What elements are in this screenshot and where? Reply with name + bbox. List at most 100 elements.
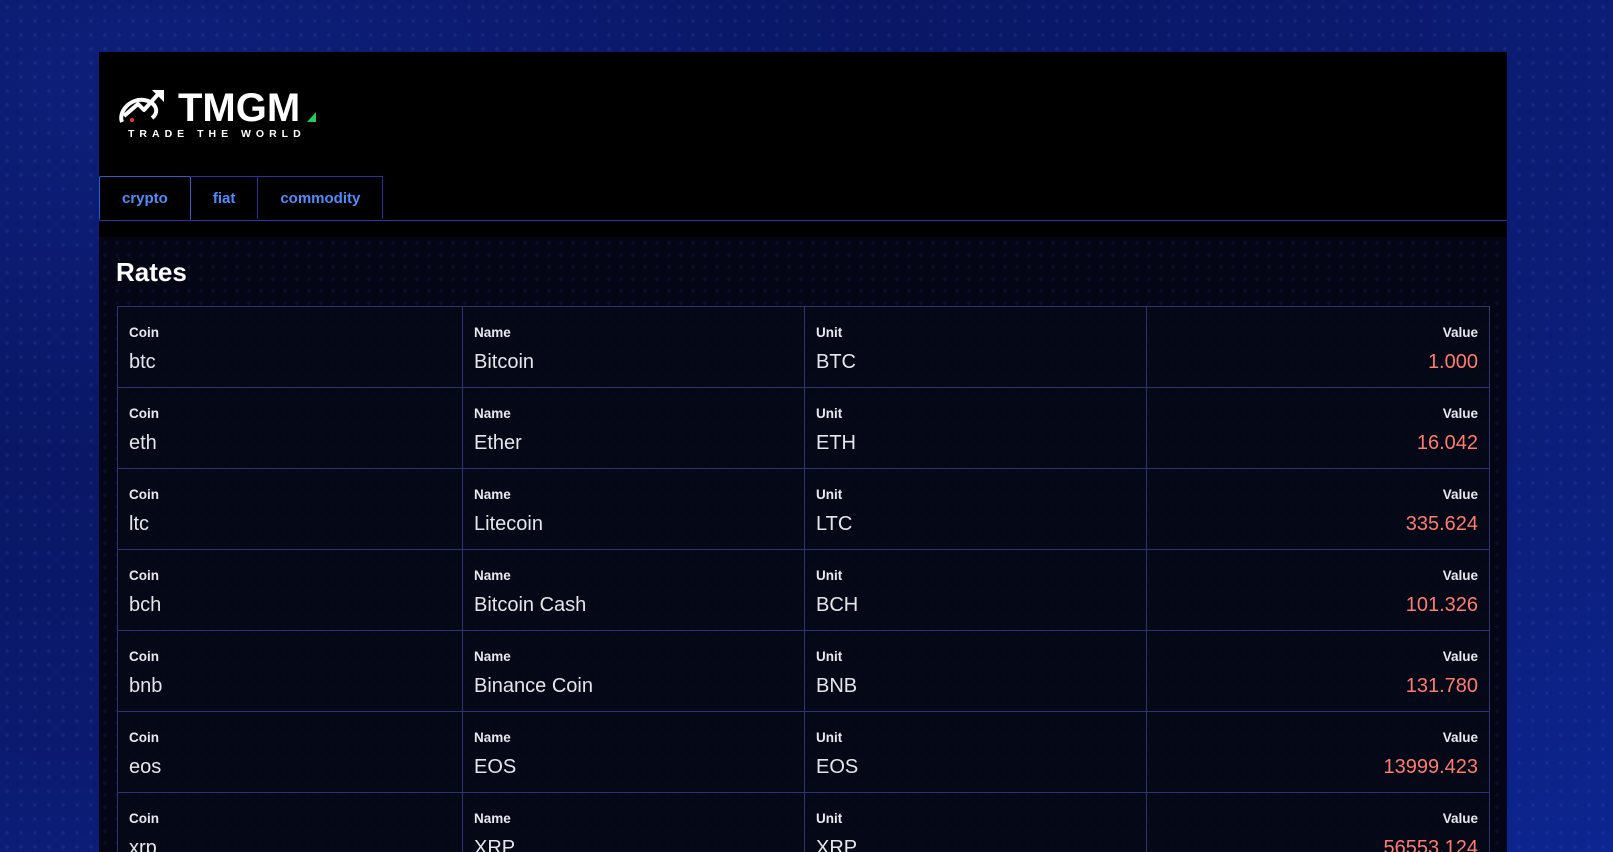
name-label: Name xyxy=(474,811,511,826)
name-cell: Name Bitcoin xyxy=(463,307,805,388)
unit-label: Unit xyxy=(816,811,843,826)
unit-value: BNB xyxy=(816,675,858,697)
value-cell: Value 56553.124 xyxy=(1147,793,1490,852)
name-cell: Name EOS xyxy=(463,712,805,793)
coin-label: Coin xyxy=(129,649,159,664)
unit-cell: Unit XRP xyxy=(805,793,1147,852)
value-cell: Value 131.780 xyxy=(1147,631,1490,712)
name-label: Name xyxy=(474,325,511,340)
unit-label: Unit xyxy=(816,649,843,664)
unit-cell: Unit ETH xyxy=(805,388,1147,469)
table-row: Coin eos Name EOS Unit EOS Value 13999.4… xyxy=(118,712,1490,793)
coin-label: Coin xyxy=(129,568,159,583)
value-cell: Value 16.042 xyxy=(1147,388,1490,469)
name-cell: Name Binance Coin xyxy=(463,631,805,712)
coin-label: Coin xyxy=(129,406,159,421)
coin-cell: Coin xrp xyxy=(118,793,463,852)
table-row: Coin eth Name Ether Unit ETH Value 16.04… xyxy=(118,388,1490,469)
name-label: Name xyxy=(474,406,511,421)
unit-value: EOS xyxy=(816,756,859,778)
logo-mark-icon xyxy=(119,90,164,123)
value-label: Value xyxy=(1442,730,1478,745)
coin-value: xrp xyxy=(129,837,157,852)
coin-cell: Coin ltc xyxy=(118,469,463,550)
coin-value: btc xyxy=(129,351,156,373)
section-title: Rates xyxy=(116,257,187,287)
coin-cell: Coin eth xyxy=(118,388,463,469)
name-cell: Name Litecoin xyxy=(463,469,805,550)
unit-label: Unit xyxy=(816,487,843,502)
value-label: Value xyxy=(1442,406,1478,421)
name-value: Bitcoin Cash xyxy=(474,594,587,616)
rates-section: Rates Coin btc Name Bitcoin Unit BTC Val… xyxy=(99,237,1507,852)
name-label: Name xyxy=(474,730,511,745)
tab-bar: crypto fiat commodity xyxy=(99,176,1507,221)
unit-label: Unit xyxy=(816,568,843,583)
rate-value: 1.000 xyxy=(1427,351,1478,373)
unit-value: BCH xyxy=(816,594,859,616)
coin-value: eth xyxy=(129,432,157,454)
table-row: Coin bnb Name Binance Coin Unit BNB Valu… xyxy=(118,631,1490,712)
unit-cell: Unit BNB xyxy=(805,631,1147,712)
unit-value: XRP xyxy=(816,837,858,852)
rates-table: Coin btc Name Bitcoin Unit BTC Value 1.0… xyxy=(117,306,1490,852)
coin-value: ltc xyxy=(129,513,149,535)
name-label: Name xyxy=(474,649,511,664)
coin-value: bch xyxy=(129,594,162,616)
value-label: Value xyxy=(1442,487,1478,502)
value-label: Value xyxy=(1442,811,1478,826)
name-value: Binance Coin xyxy=(474,675,593,697)
unit-label: Unit xyxy=(816,325,843,340)
name-cell: Name XRP xyxy=(463,793,805,852)
name-value: Bitcoin xyxy=(474,351,535,373)
rate-value: 101.326 xyxy=(1405,594,1478,616)
name-value: XRP xyxy=(474,837,516,852)
unit-value: ETH xyxy=(816,432,856,454)
value-cell: Value 1.000 xyxy=(1147,307,1490,388)
name-cell: Name Ether xyxy=(463,388,805,469)
coin-value: eos xyxy=(129,756,162,778)
rate-value: 335.624 xyxy=(1405,513,1478,535)
logo-accent-icon xyxy=(307,112,316,122)
unit-cell: Unit BCH xyxy=(805,550,1147,631)
main-panel: TMGM TRADE THE WORLD crypto fiat commodi… xyxy=(99,52,1507,852)
name-value: Litecoin xyxy=(474,513,543,535)
unit-cell: Unit LTC xyxy=(805,469,1147,550)
header: TMGM TRADE THE WORLD xyxy=(99,52,1507,176)
unit-cell: Unit BTC xyxy=(805,307,1147,388)
tab-strip: crypto fiat commodity xyxy=(99,176,384,220)
coin-cell: Coin eos xyxy=(118,712,463,793)
unit-value: LTC xyxy=(816,513,853,535)
coin-value: bnb xyxy=(129,675,163,697)
table-row: Coin xrp Name XRP Unit XRP Value 56553.1… xyxy=(118,793,1490,852)
name-cell: Name Bitcoin Cash xyxy=(463,550,805,631)
coin-cell: Coin bch xyxy=(118,550,463,631)
tab-crypto[interactable]: crypto xyxy=(99,176,191,220)
rate-value: 13999.423 xyxy=(1383,756,1478,778)
name-label: Name xyxy=(474,568,511,583)
name-value: Ether xyxy=(474,432,522,454)
unit-label: Unit xyxy=(816,406,843,421)
table-row: Coin btc Name Bitcoin Unit BTC Value 1.0… xyxy=(118,307,1490,388)
coin-label: Coin xyxy=(129,811,159,826)
unit-label: Unit xyxy=(816,730,843,745)
rate-value: 16.042 xyxy=(1416,432,1478,454)
value-label: Value xyxy=(1442,568,1478,583)
value-cell: Value 335.624 xyxy=(1147,469,1490,550)
brand-name: TMGM xyxy=(178,86,301,130)
tab-fiat[interactable]: fiat xyxy=(190,176,259,219)
tab-commodity[interactable]: commodity xyxy=(258,176,384,219)
value-label: Value xyxy=(1442,325,1478,340)
value-label: Value xyxy=(1442,649,1478,664)
brand-logo[interactable]: TMGM TRADE THE WORLD xyxy=(116,86,326,142)
coin-cell: Coin btc xyxy=(118,307,463,388)
coin-label: Coin xyxy=(129,487,159,502)
value-cell: Value 13999.423 xyxy=(1147,712,1490,793)
coin-label: Coin xyxy=(129,730,159,745)
coin-cell: Coin bnb xyxy=(118,631,463,712)
unit-cell: Unit EOS xyxy=(805,712,1147,793)
unit-value: BTC xyxy=(816,351,856,373)
rate-value: 131.780 xyxy=(1405,675,1478,697)
coin-label: Coin xyxy=(129,325,159,340)
brand-tagline: TRADE THE WORLD xyxy=(128,128,306,140)
